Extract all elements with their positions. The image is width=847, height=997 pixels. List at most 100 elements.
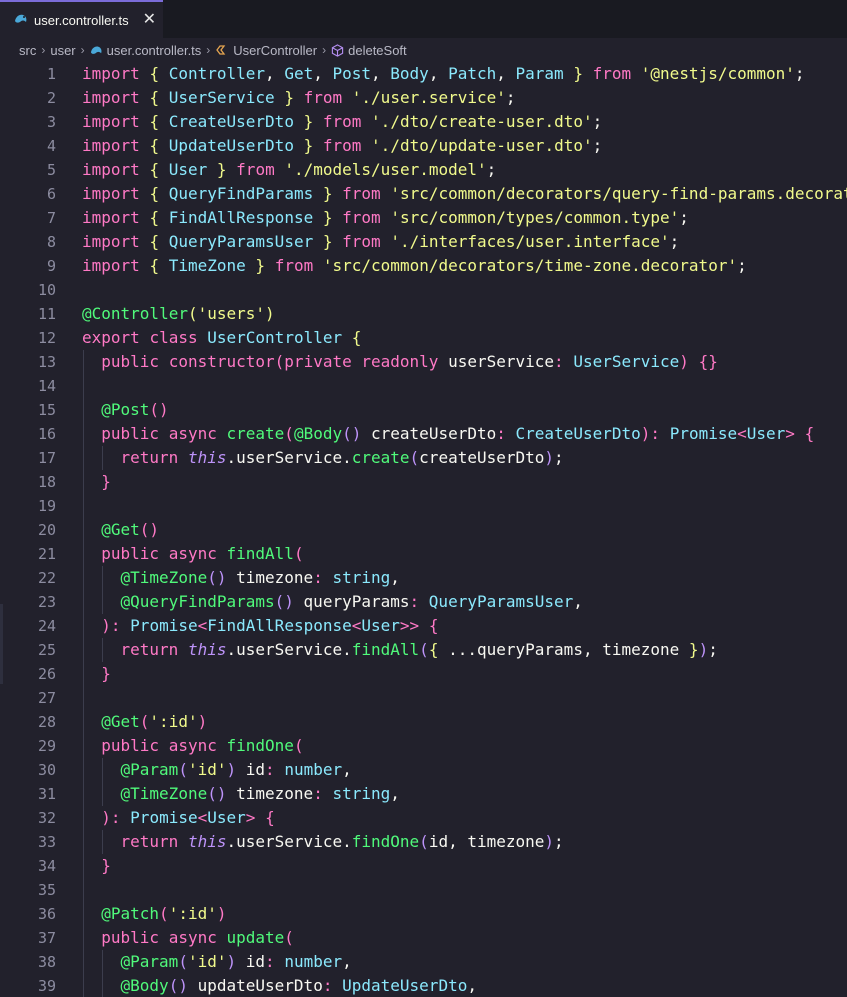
code-line[interactable]: 16 public async create(@Body() createUser… xyxy=(0,422,847,446)
breadcrumb-user[interactable]: user xyxy=(50,43,75,58)
code-token: ) xyxy=(698,640,709,659)
code-line[interactable]: 36 @Patch(':id') xyxy=(0,902,847,926)
code-line[interactable]: 1 import { Controller, Get, Post, Body, P… xyxy=(0,62,847,86)
code-line[interactable]: 18} xyxy=(0,470,847,494)
code-line[interactable]: 12 export class UserController { xyxy=(0,326,847,350)
code-token: import xyxy=(82,112,140,131)
code-line[interactable]: 15 @Post() xyxy=(0,398,847,422)
breadcrumb-label: user.controller.ts xyxy=(106,42,202,58)
code-token: ( xyxy=(187,304,198,323)
indent-guide xyxy=(83,518,84,542)
code-text: @Get(':id') xyxy=(101,710,207,734)
code-line[interactable]: 3 import { CreateUserDto } from './dto/cr… xyxy=(0,110,847,134)
code-line[interactable]: 39 @Body() updateUserDto: UpdateUserDto, xyxy=(0,974,847,997)
code-token: Post xyxy=(332,64,372,83)
breadcrumb-src[interactable]: src xyxy=(19,43,36,58)
code-line[interactable]: 19 xyxy=(0,494,847,518)
code-token: ( xyxy=(284,424,294,443)
code-line[interactable]: 30 @Param('id') id: number, xyxy=(0,758,847,782)
code-token: FindAllResponse xyxy=(168,208,314,227)
code-line[interactable]: 33 return this.userService.findOne(id, ti… xyxy=(0,830,847,854)
code-editor[interactable]: 1 import { Controller, Get, Post, Body, P… xyxy=(0,62,847,997)
code-line[interactable]: 26} xyxy=(0,662,847,686)
code-line[interactable]: 10 xyxy=(0,278,847,302)
code-token: from xyxy=(322,112,362,131)
code-line[interactable]: 20 @Get() xyxy=(0,518,847,542)
code-token: 'id' xyxy=(187,760,227,779)
code-line[interactable]: 4 import { UpdateUserDto } from './dto/up… xyxy=(0,134,847,158)
code-token: number xyxy=(284,760,343,779)
code-token: { xyxy=(804,424,815,443)
code-line[interactable]: 24): Promise<FindAllResponse<User>> { xyxy=(0,614,847,638)
code-text: ): Promise<User> { xyxy=(101,806,274,830)
code-line[interactable]: 34} xyxy=(0,854,847,878)
breadcrumb-class[interactable]: UserController xyxy=(215,43,317,58)
close-icon[interactable]: ✕ xyxy=(143,12,156,28)
code-token: ) xyxy=(640,424,651,443)
code-line[interactable]: 7 import { FindAllResponse } from 'src/co… xyxy=(0,206,847,230)
code-token: async xyxy=(168,928,217,947)
code-line[interactable]: 28 @Get(':id') xyxy=(0,710,847,734)
code-line[interactable]: 17 return this.userService.create(createU… xyxy=(0,446,847,470)
code-line[interactable]: 5 import { User } from './models/user.mod… xyxy=(0,158,847,182)
code-line[interactable]: 35 xyxy=(0,878,847,902)
code-token: public xyxy=(101,544,160,563)
code-token: @TimeZone xyxy=(120,784,208,803)
code-line[interactable]: 6 import { QueryFindParams } from 'src/co… xyxy=(0,182,847,206)
code-token: readonly xyxy=(361,352,439,371)
line-number: 32 xyxy=(37,809,56,827)
code-line[interactable]: 31 @TimeZone() timezone: string, xyxy=(0,782,847,806)
line-number: 36 xyxy=(37,905,56,923)
code-token: User xyxy=(361,616,400,635)
breadcrumb-method[interactable]: deleteSoft xyxy=(331,43,407,58)
code-line[interactable]: 14 xyxy=(0,374,847,398)
code-token: } xyxy=(303,112,314,131)
code-line[interactable]: 29 public async findOne( xyxy=(0,734,847,758)
tab-user-controller[interactable]: user.controller.ts ✕ xyxy=(0,0,163,38)
code-line[interactable]: 22 @TimeZone() timezone: string, xyxy=(0,566,847,590)
code-token: } xyxy=(688,640,699,659)
code-text: @Param('id') id: number, xyxy=(121,950,352,974)
code-token: : xyxy=(650,424,661,443)
code-line[interactable]: 9 import { TimeZone } from 'src/common/de… xyxy=(0,254,847,278)
code-line[interactable]: 8 import { QueryParamsUser } from './inte… xyxy=(0,230,847,254)
code-token: async xyxy=(168,736,217,755)
code-token: { xyxy=(149,88,160,107)
code-token: userService xyxy=(236,832,343,851)
code-line[interactable]: 2 import { UserService } from './user.ser… xyxy=(0,86,847,110)
code-line[interactable]: 21 public async findAll( xyxy=(0,542,847,566)
code-token: id xyxy=(245,760,266,779)
code-token: ; xyxy=(679,208,689,227)
code-token: ; xyxy=(669,232,680,251)
code-token: updateUserDto xyxy=(197,976,323,995)
code-token: this xyxy=(187,832,227,851)
code-token: ( xyxy=(274,352,285,371)
code-token: ) xyxy=(679,352,689,371)
code-line[interactable]: 27 xyxy=(0,686,847,710)
code-line[interactable]: 25 return this.userService.findAll({ ...q… xyxy=(0,638,847,662)
code-line[interactable]: 38 @Param('id') id: number, xyxy=(0,950,847,974)
code-line[interactable]: 32 ): Promise<User> { xyxy=(0,806,847,830)
code-line[interactable]: 13 public constructor(private readonly us… xyxy=(0,350,847,374)
code-line[interactable]: 11 @Controller('users') xyxy=(0,302,847,326)
code-token: private xyxy=(284,352,352,371)
indent-guide xyxy=(83,854,84,878)
code-token: './dto/create-user.dto' xyxy=(371,112,593,131)
indent-guide xyxy=(83,926,84,950)
code-token: findAll xyxy=(351,640,420,659)
code-line[interactable]: 23 @QueryFindParams() queryParams: QueryP… xyxy=(0,590,847,614)
code-token: . xyxy=(342,832,352,851)
code-line[interactable]: 37 public async update( xyxy=(0,926,847,950)
code-token: . xyxy=(342,640,352,659)
breadcrumb-file[interactable]: user.controller.ts xyxy=(90,42,202,58)
